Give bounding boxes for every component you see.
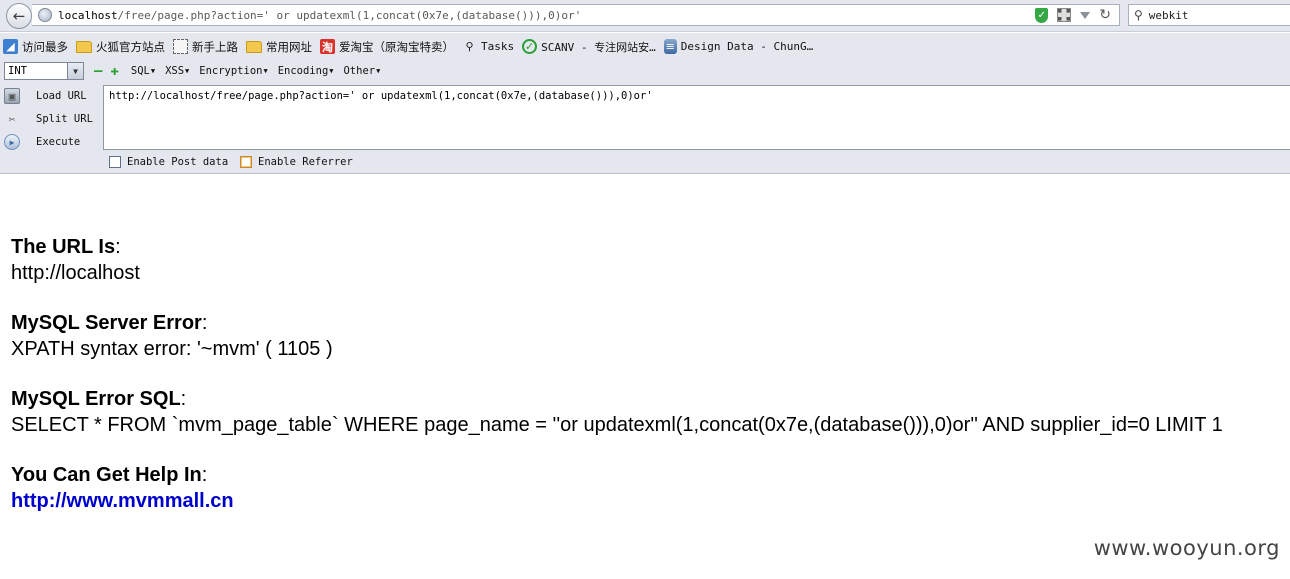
search-box[interactable]: ⚲ webkit (1128, 4, 1290, 26)
bookmark-scanv[interactable]: ✓ SCANV - 专注网站安… (522, 39, 656, 55)
url-value: http://localhost (11, 262, 140, 284)
bookmark-label: SCANV - 专注网站安… (541, 40, 656, 54)
play-icon: ▶ (4, 134, 20, 150)
url-heading: The URL Is (11, 236, 116, 258)
menu-other[interactable]: Other▼ (343, 65, 380, 77)
bookmark-label: 火狐官方站点 (96, 39, 165, 54)
help-section: You Can Get Help In: http://www.mvmmall.… (11, 462, 1223, 538)
type-select-value: INT (8, 65, 27, 77)
magnifier-icon: ⚲ (465, 40, 474, 53)
plus-icon[interactable]: ✚ (110, 63, 118, 79)
menu-sql[interactable]: SQL▼ (131, 65, 155, 77)
menu-xss[interactable]: XSS▼ (165, 65, 189, 77)
search-input[interactable]: webkit (1149, 9, 1189, 22)
bookmark-most-visited[interactable]: ◢ 访问最多 (3, 39, 68, 55)
hackbar-panel: ▣ Load URL ✂ Split URL ▶ Execute http://… (0, 82, 1290, 174)
search-icon: ⚲ (1134, 8, 1143, 22)
bookmark-firefox-official[interactable]: 火狐官方站点 (76, 39, 165, 55)
bookmark-label: 新手上路 (192, 39, 238, 54)
folder-icon (76, 40, 92, 53)
enable-referrer-checkbox[interactable]: Enable Referrer (240, 156, 353, 168)
qr-code-icon[interactable] (1057, 8, 1072, 22)
folder-icon (246, 40, 262, 53)
security-shield-icon[interactable]: ✓ (1035, 7, 1049, 23)
minus-icon[interactable]: – (94, 63, 102, 79)
server-error-section: MySQL Server Error: XPATH syntax error: … (11, 310, 1223, 386)
error-sql-heading: MySQL Error SQL (11, 388, 181, 410)
bookmark-label: 常用网址 (266, 39, 312, 54)
watermark: www.wooyun.org (1093, 536, 1280, 560)
dropdown-arrow-icon[interactable] (1080, 11, 1091, 19)
help-heading: You Can Get Help In (11, 464, 202, 486)
back-button[interactable]: ← (6, 3, 32, 29)
menu-encryption[interactable]: Encryption▼ (199, 65, 267, 77)
server-error-heading: MySQL Server Error (11, 312, 202, 334)
bookmark-taobao[interactable]: 淘 爱淘宝（原淘宝特卖） (320, 39, 454, 55)
dashed-page-icon (173, 39, 188, 54)
enable-post-checkbox[interactable]: Enable Post data (109, 156, 228, 168)
type-select[interactable]: INT ▼ (4, 62, 84, 80)
check-circle-icon: ✓ (522, 39, 538, 54)
load-url-label: Load URL (36, 90, 87, 102)
url-section: The URL Is: http://localhost (11, 234, 1223, 310)
most-visited-icon: ◢ (3, 39, 18, 54)
globe-icon (38, 8, 52, 22)
address-text[interactable]: localhost/free/page.php?action=' or upda… (58, 9, 581, 22)
bookmark-label: 访问最多 (22, 39, 68, 54)
url-textarea[interactable]: http://localhost/free/page.php?action=' … (103, 85, 1290, 150)
bookmark-label: 爱淘宝（原淘宝特卖） (339, 39, 454, 54)
navigation-toolbar: ← localhost/free/page.php?action=' or up… (0, 0, 1290, 32)
page-content: The URL Is: http://localhost MySQL Serve… (11, 234, 1223, 538)
error-sql-section: MySQL Error SQL: SELECT * FROM `mvm_page… (11, 388, 1223, 436)
checkbox-box[interactable] (240, 156, 252, 168)
reload-icon[interactable]: ↻ (1099, 7, 1111, 23)
checkbox-box[interactable] (109, 156, 121, 168)
execute-button[interactable]: ▶ Execute (4, 132, 80, 152)
scissors-icon: ✂ (8, 112, 16, 126)
bookmark-label: Design Data - ChunG… (680, 40, 814, 53)
server-error-value: XPATH syntax error: '~mvm' ( 1105 ) (11, 338, 333, 360)
help-link[interactable]: http://www.mvmmall.cn (11, 488, 1223, 514)
menu-encoding[interactable]: Encoding▼ (278, 65, 334, 77)
address-bar[interactable]: localhost/free/page.php?action=' or upda… (32, 4, 1120, 26)
execute-label: Execute (36, 136, 81, 148)
bookmark-label: Tasks (481, 40, 515, 53)
enable-post-label: Enable Post data (127, 156, 229, 168)
bookmarks-toolbar: ◢ 访问最多 火狐官方站点 新手上路 常用网址 淘 爱淘宝（原淘宝特卖） ⚲ T… (0, 33, 1290, 60)
bookmark-getting-started[interactable]: 新手上路 (173, 39, 238, 55)
split-url-label: Split URL (36, 113, 93, 125)
database-icon: ≡ (663, 39, 677, 54)
bookmark-design-data[interactable]: ≡ Design Data - ChunG… (663, 39, 814, 54)
load-url-button[interactable]: ▣ Load URL (4, 86, 87, 106)
bookmark-tasks[interactable]: ⚲ Tasks (462, 39, 514, 54)
load-url-icon: ▣ (4, 88, 20, 104)
enable-referrer-label: Enable Referrer (258, 156, 353, 168)
taobao-icon: 淘 (320, 39, 335, 54)
split-url-button[interactable]: ✂ Split URL (4, 109, 93, 129)
hackbar-toolbar: INT ▼ – ✚ SQL▼ XSS▼ Encryption▼ Encoding… (0, 60, 1290, 82)
error-sql-value: SELECT * FROM `mvm_page_table` WHERE pag… (11, 414, 1223, 436)
chevron-down-icon[interactable]: ▼ (67, 63, 83, 79)
bookmark-common-sites[interactable]: 常用网址 (246, 39, 312, 55)
